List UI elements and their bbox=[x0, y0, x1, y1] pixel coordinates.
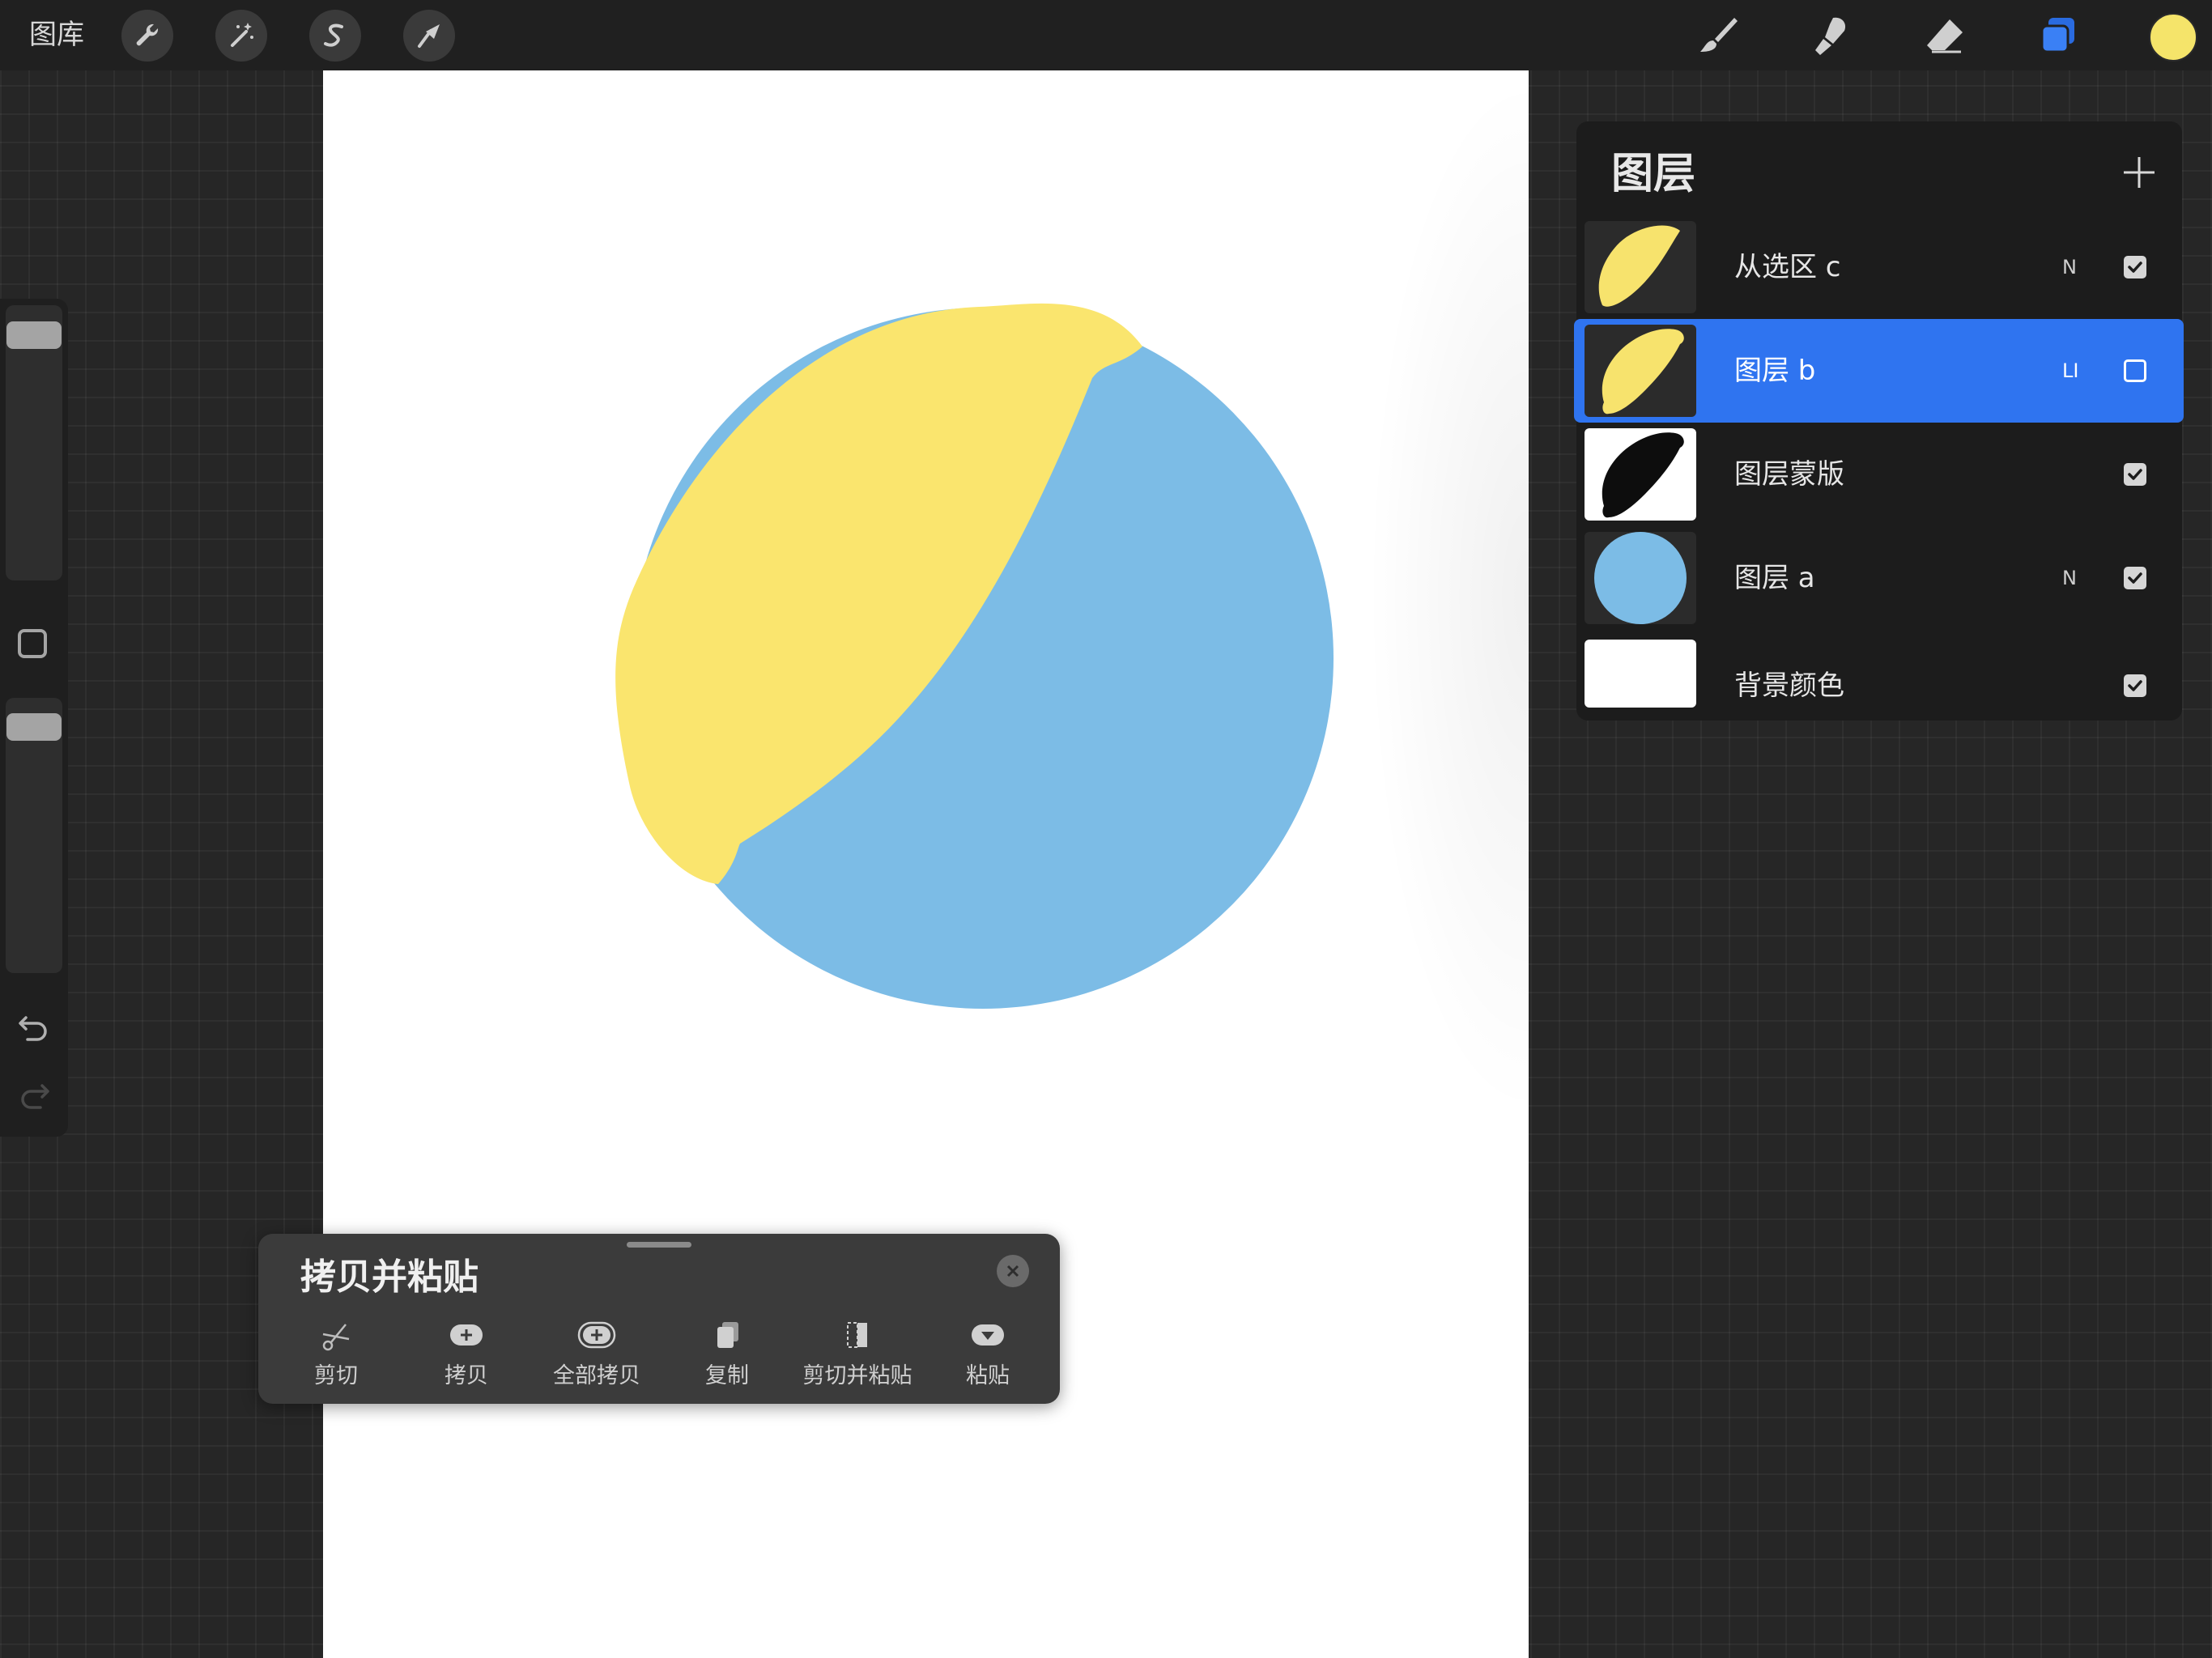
eraser-tool-button[interactable] bbox=[1921, 11, 1969, 60]
actions-wrench-button[interactable] bbox=[121, 10, 173, 62]
layers-tool-button[interactable] bbox=[2034, 11, 2082, 60]
layer-row-mask[interactable]: 图层蒙版 bbox=[1576, 423, 2182, 526]
layer-blend-mode[interactable]: N bbox=[2062, 526, 2077, 630]
copy-button[interactable]: 拷贝 bbox=[402, 1318, 531, 1399]
artwork bbox=[615, 303, 1334, 1009]
action-label: 剪切 bbox=[314, 1363, 358, 1388]
cut-and-paste-button[interactable]: 剪切并粘贴 bbox=[793, 1318, 922, 1399]
cut-paste-icon bbox=[847, 1322, 867, 1348]
gallery-button[interactable]: 图库 bbox=[29, 16, 84, 53]
selection-s-icon bbox=[324, 23, 343, 47]
selection-button[interactable] bbox=[309, 10, 361, 62]
paste-icon bbox=[972, 1324, 1004, 1346]
copy-all-icon bbox=[577, 1321, 616, 1349]
brush-icon bbox=[1700, 18, 1738, 52]
layer-row-b[interactable]: 图层 b LI bbox=[1574, 319, 2184, 423]
left-sidebar bbox=[0, 299, 68, 1137]
smudge-icon bbox=[1815, 17, 1846, 55]
wrench-icon bbox=[136, 23, 159, 46]
action-label: 剪切并粘贴 bbox=[802, 1363, 912, 1388]
layer-name: 从选区 c bbox=[1734, 251, 1841, 283]
layer-thumbnail bbox=[1585, 532, 1696, 624]
layer-name: 图层 b bbox=[1734, 355, 1816, 387]
layer-visibility-checkbox[interactable] bbox=[2124, 463, 2146, 486]
transform-button[interactable] bbox=[403, 10, 455, 62]
close-icon bbox=[1006, 1265, 1019, 1278]
smudge-tool-button[interactable] bbox=[1807, 11, 1856, 60]
color-picker-swatch[interactable] bbox=[2149, 13, 2197, 62]
duplicate-button[interactable]: 复制 bbox=[662, 1318, 792, 1399]
drawing-canvas[interactable] bbox=[323, 70, 1529, 1658]
transform-arrow-icon bbox=[418, 24, 440, 48]
checkmark-icon bbox=[2128, 469, 2142, 480]
adjustments-wand-button[interactable] bbox=[215, 10, 267, 62]
scissors-icon bbox=[322, 1324, 350, 1351]
layer-row-a[interactable]: 图层 a N bbox=[1576, 526, 2182, 630]
layer-row-selection-c[interactable]: 从选区 c N bbox=[1576, 215, 2182, 319]
cut-button[interactable]: 剪切 bbox=[271, 1318, 401, 1399]
modify-button[interactable] bbox=[18, 629, 47, 658]
canvas-edge-shadow bbox=[1367, 70, 1529, 1123]
add-layer-plus-icon[interactable] bbox=[2119, 152, 2159, 193]
brush-size-slider-thumb[interactable] bbox=[6, 321, 62, 349]
layer-blend-mode[interactable]: LI bbox=[2062, 319, 2078, 423]
layer-name: 图层 a bbox=[1734, 562, 1815, 594]
checkmark-icon bbox=[2128, 572, 2142, 584]
eraser-icon bbox=[1927, 19, 1963, 53]
redo-icon[interactable] bbox=[16, 1078, 52, 1113]
layer-name: 图层蒙版 bbox=[1734, 458, 1844, 491]
action-label: 复制 bbox=[705, 1363, 749, 1388]
layers-icon bbox=[2040, 18, 2074, 53]
layer-thumbnail bbox=[1585, 325, 1696, 417]
layers-panel-title: 图层 bbox=[1611, 150, 1696, 198]
layer-thumbnail bbox=[1585, 428, 1696, 521]
paste-button[interactable]: 粘贴 bbox=[923, 1318, 1053, 1399]
action-label: 拷贝 bbox=[445, 1363, 488, 1388]
copy-all-button[interactable]: 全部拷贝 bbox=[532, 1318, 661, 1399]
undo-icon[interactable] bbox=[16, 1010, 52, 1045]
brush-tool-button[interactable] bbox=[1694, 11, 1742, 60]
duplicate-icon bbox=[717, 1322, 738, 1348]
close-panel-button[interactable] bbox=[997, 1255, 1029, 1287]
copy-plus-icon bbox=[450, 1324, 483, 1346]
layer-visibility-checkbox[interactable] bbox=[2124, 674, 2146, 697]
magic-wand-icon bbox=[231, 23, 253, 47]
copy-paste-panel: 拷贝并粘贴 剪切 拷贝 全部拷贝 复制 剪切并粘贴 粘贴 bbox=[258, 1234, 1060, 1404]
layer-name: 背景颜色 bbox=[1734, 670, 1844, 702]
checkmark-icon bbox=[2128, 680, 2142, 691]
panel-grabber-handle[interactable] bbox=[627, 1242, 691, 1248]
action-label: 粘贴 bbox=[966, 1363, 1010, 1388]
layer-visibility-checkbox[interactable] bbox=[2124, 359, 2146, 382]
layer-blend-mode[interactable]: N bbox=[2062, 215, 2077, 319]
layers-panel: 图层 从选区 c N 图层 b LI 图层蒙版 图层 a N 背景颜色 bbox=[1574, 121, 2184, 721]
opacity-slider-thumb[interactable] bbox=[6, 713, 62, 741]
top-toolbar: 图库 bbox=[0, 0, 2212, 70]
checkmark-icon bbox=[2128, 261, 2142, 273]
layer-visibility-checkbox[interactable] bbox=[2124, 567, 2146, 589]
layer-row-background[interactable]: 背景颜色 bbox=[1576, 617, 2182, 708]
copy-paste-title: 拷贝并粘贴 bbox=[300, 1256, 479, 1298]
action-label: 全部拷贝 bbox=[553, 1363, 640, 1388]
layer-thumbnail bbox=[1585, 640, 1696, 708]
layer-thumbnail bbox=[1585, 221, 1696, 313]
layer-visibility-checkbox[interactable] bbox=[2124, 256, 2146, 278]
